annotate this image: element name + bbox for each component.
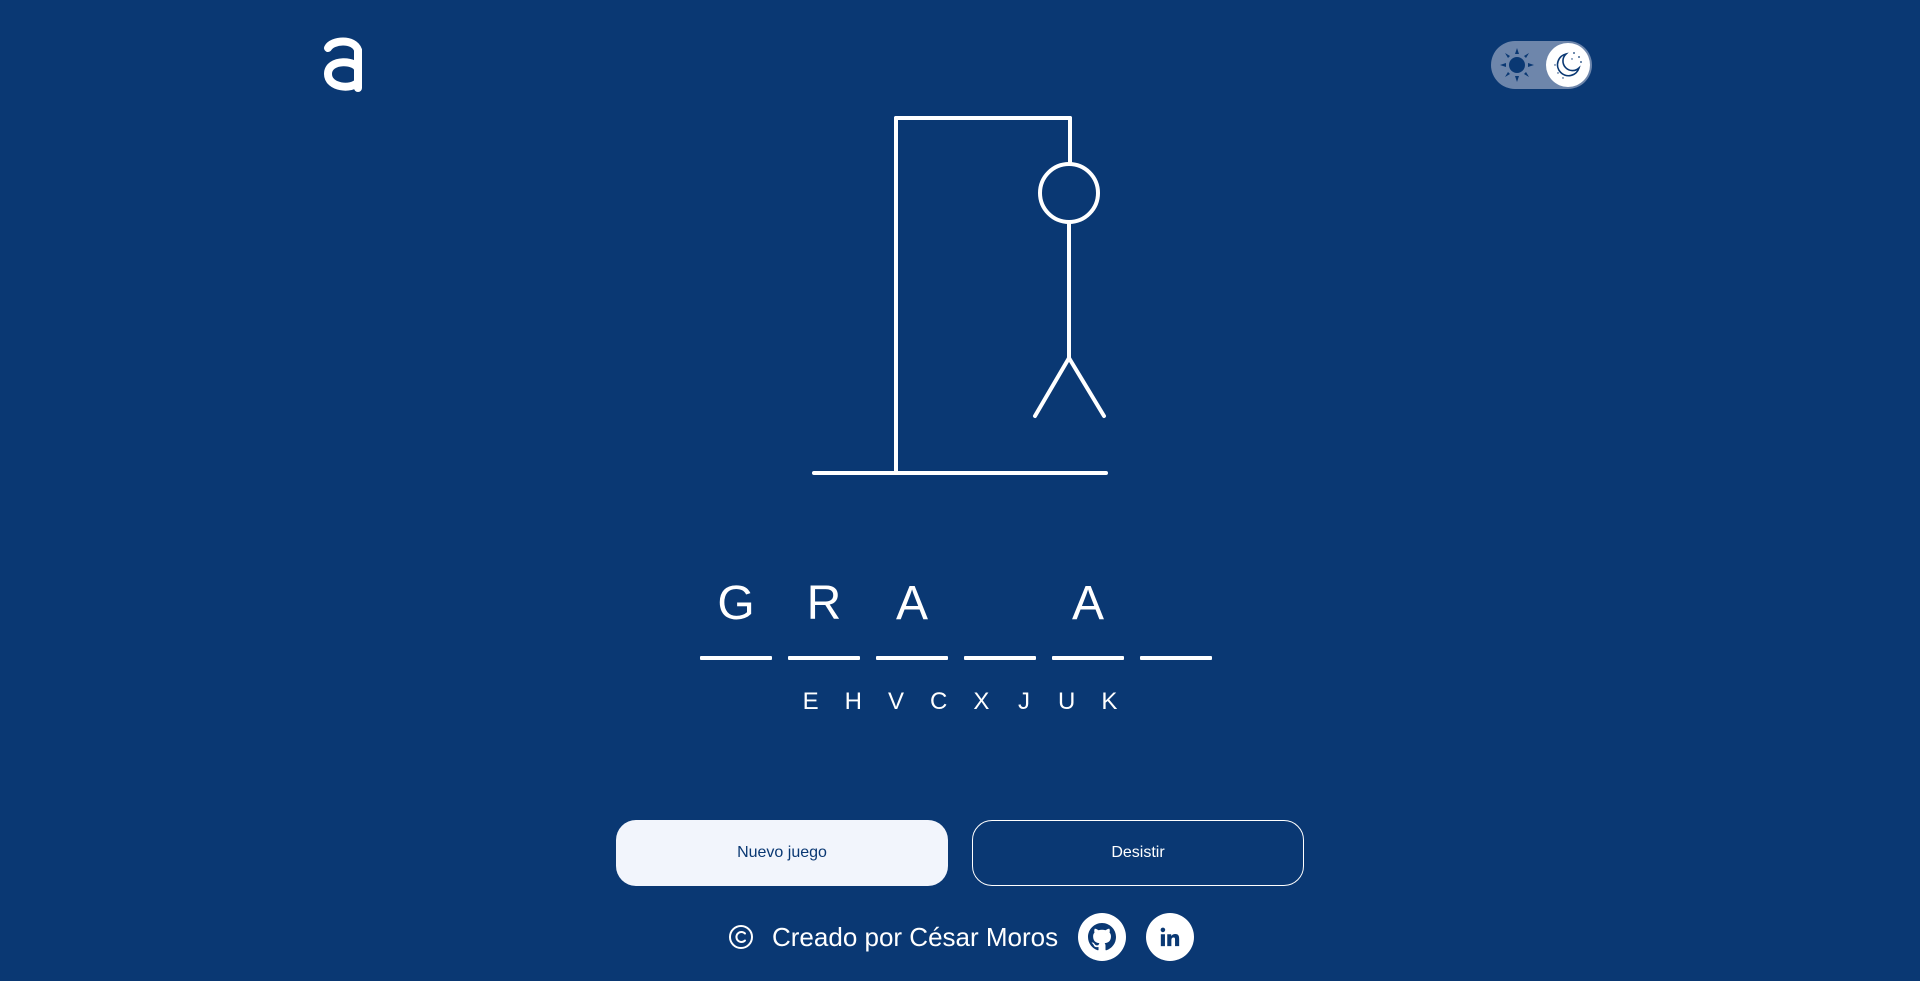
sun-icon [1500, 48, 1534, 82]
linkedin-link[interactable] [1146, 913, 1195, 961]
slot-underline [1052, 656, 1124, 660]
wrong-letter: K [1101, 688, 1118, 715]
wrong-letter: X [973, 688, 990, 715]
footer: Creado por César Moros [728, 913, 1195, 961]
hangman-page: G R A A E H V C X J U K Nuevo juego Desi… [0, 0, 1920, 981]
letter-slot: A [1052, 570, 1124, 660]
slot-letter: G [717, 577, 755, 630]
give-up-button[interactable]: Desistir [972, 820, 1304, 886]
slot-underline [1140, 656, 1212, 660]
github-icon [1088, 923, 1117, 951]
slot-underline [700, 656, 772, 660]
slot-letter: A [1071, 577, 1104, 630]
new-game-button[interactable]: Nuevo juego [616, 820, 948, 886]
github-link[interactable] [1078, 913, 1127, 961]
wrong-letters: E H V C X J U K [700, 688, 1220, 716]
wrong-letter: V [887, 688, 904, 715]
letter-a-logo-icon[interactable] [322, 36, 364, 92]
wrong-letter: C [929, 688, 948, 715]
moon-icon [1554, 52, 1582, 79]
figure-head [1038, 162, 1100, 224]
letter-slot [964, 570, 1036, 660]
footer-credit: Creado por César Moros [772, 921, 1059, 952]
figure-right-leg [1067, 356, 1106, 418]
wrong-letter: H [844, 688, 862, 715]
letter-slot: A [876, 570, 948, 660]
copyright-icon [729, 925, 753, 949]
letter-slot: G [700, 570, 772, 660]
wrong-letter: E [802, 688, 819, 715]
slot-letter: A [895, 577, 928, 630]
wrong-letter: J [1018, 688, 1030, 715]
letter-slot: R [788, 570, 860, 660]
word-slots: G R A A [700, 570, 1220, 660]
slot-letter: R [806, 577, 842, 630]
hangman-drawing [812, 116, 1108, 475]
figure-left-leg [1033, 356, 1071, 418]
wrong-letter: U [1058, 688, 1076, 715]
slot-underline [964, 656, 1036, 660]
slot-underline [788, 656, 860, 660]
letter-slot [1140, 570, 1212, 660]
slot-underline [876, 656, 948, 660]
linkedin-icon [1160, 927, 1180, 947]
toggle-knob[interactable] [1546, 43, 1590, 87]
theme-toggle[interactable] [1491, 41, 1592, 89]
